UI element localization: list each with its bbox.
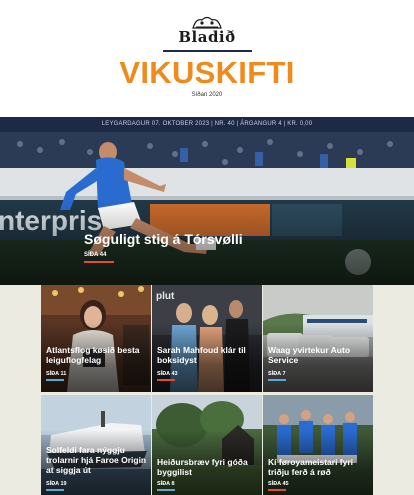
article-card-ki[interactable]: Kí føroyameistari fyri triðju ferð á røð…: [263, 395, 373, 495]
card-headline[interactable]: Solfeldi fara nýggju trolarnir hjá Faroe…: [46, 445, 148, 475]
article-card-sarah-mahfoud[interactable]: plut Sarah Mahfoud klár til boksidyst SÍ…: [152, 285, 262, 392]
card-accent-bar: [157, 379, 175, 381]
article-card-faroe-origin[interactable]: Solfeldi fara nýggju trolarnir hjá Faroe…: [41, 395, 151, 495]
masthead: Bladið VIKUSKIFTI Síðan 2020: [0, 0, 414, 117]
card-page-number: SÍÐA 45: [268, 481, 289, 487]
card-headline[interactable]: Atlantsflog køsið besta leiguflogfelag: [46, 345, 148, 365]
page-title: VIKUSKIFTI: [119, 55, 295, 90]
card-accent-bar: [46, 489, 64, 491]
card-page-number: SÍÐA 8: [157, 481, 175, 487]
issue-info-bar: LEYGARDAGUR 07. OKTOBER 2023 | NR. 40 | …: [0, 117, 414, 132]
article-card-heidursbraev[interactable]: Heiðursbræv fyri góða byggilist SÍÐA 8: [152, 395, 262, 495]
card-headline[interactable]: Kí føroyameistari fyri triðju ferð á røð: [268, 457, 370, 477]
card-accent-bar: [268, 379, 286, 381]
card-page-number: SÍÐA 11: [46, 371, 67, 377]
card-headline[interactable]: Waag yvirtekur Auto Service: [268, 345, 370, 365]
card-accent-bar: [268, 489, 286, 491]
hero-accent-bar: [84, 261, 114, 263]
card-headline[interactable]: Sarah Mahfoud klár til boksidyst: [157, 345, 259, 365]
logo-divider: [163, 50, 252, 52]
card-page-number: SÍÐA 7: [268, 371, 286, 377]
hero-article[interactable]: nterpris Søguligt stig á Tórsvølli SÍÐA …: [0, 132, 414, 285]
logo-text[interactable]: Bladið: [0, 28, 414, 46]
card-page-number: SÍÐA 19: [46, 481, 67, 487]
card-page-number: SÍÐA 43: [157, 371, 178, 377]
card-headline[interactable]: Heiðursbræv fyri góða byggilist: [157, 457, 259, 477]
article-card-atlantsflog[interactable]: Atlantsflog køsið besta leiguflogfelag S…: [41, 285, 151, 392]
article-card-waag[interactable]: Waag yvirtekur Auto Service SÍÐA 7: [263, 285, 373, 392]
card-accent-bar: [157, 489, 175, 491]
hero-headline[interactable]: Søguligt stig á Tórsvølli: [84, 231, 243, 247]
since-label: Síðan 2020: [191, 92, 223, 98]
card-accent-bar: [46, 379, 64, 381]
hero-page-number: SÍÐA 44: [84, 252, 107, 258]
